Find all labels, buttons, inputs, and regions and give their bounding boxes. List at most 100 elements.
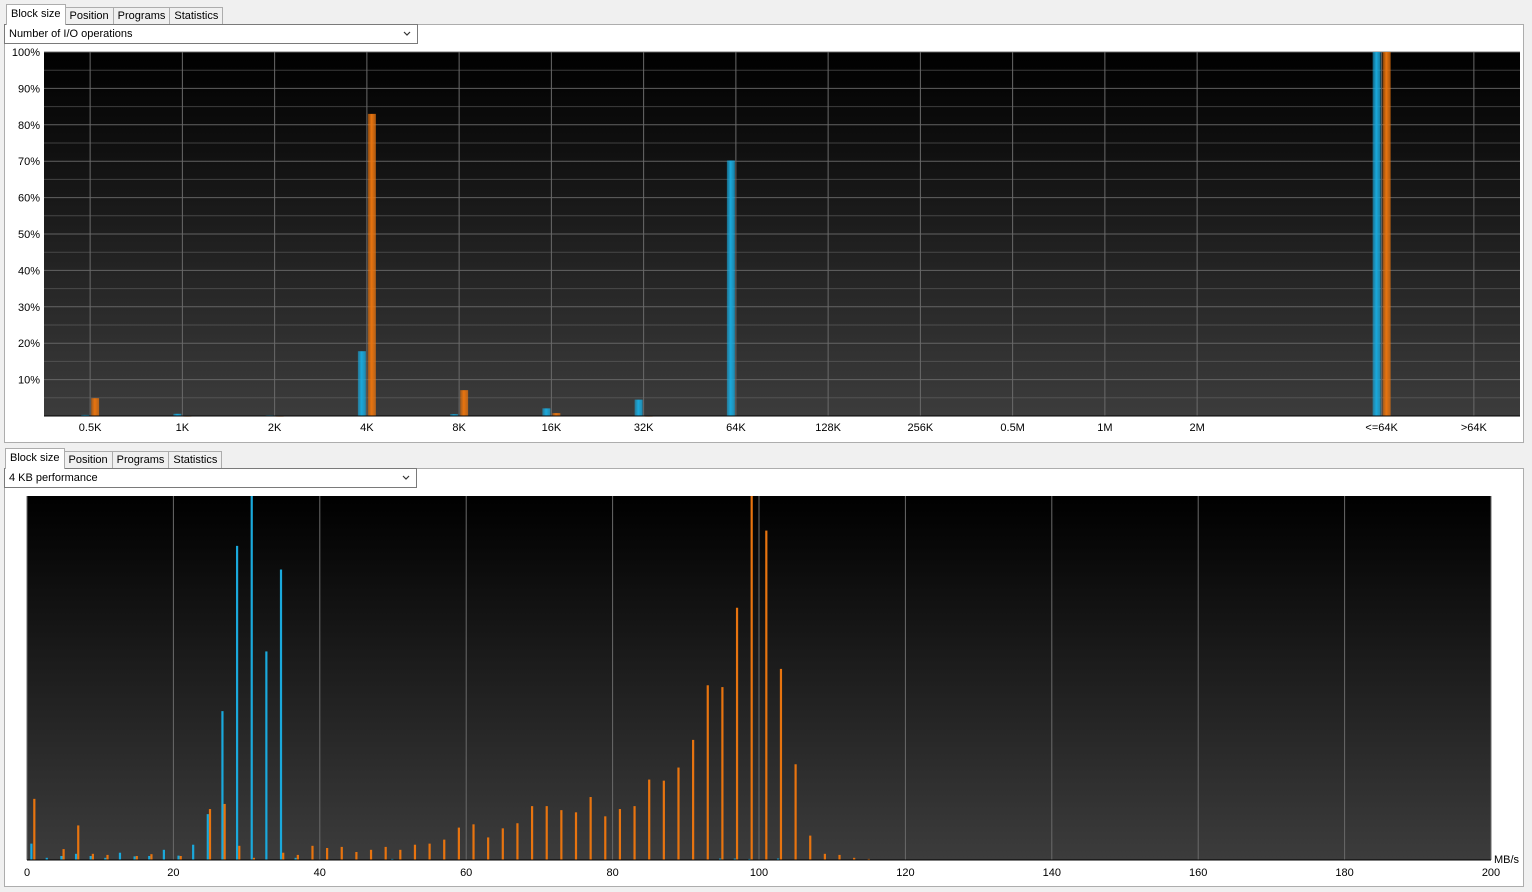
bar-write xyxy=(179,855,182,860)
x-tick-label: 16K xyxy=(542,422,562,434)
tab-programs-bottom[interactable]: Programs xyxy=(111,451,170,468)
bar-write xyxy=(399,849,402,860)
tab-block-size-bottom[interactable]: Block size xyxy=(5,448,65,469)
bar-read xyxy=(89,855,92,860)
bottom-metric-select[interactable]: 4 KB performance xyxy=(4,468,417,488)
bar-write xyxy=(208,809,212,860)
bar-write xyxy=(367,113,376,416)
x-tick-label: 20 xyxy=(167,867,179,879)
bar-write xyxy=(735,607,739,860)
bar-write xyxy=(560,810,563,860)
bar-write xyxy=(692,739,695,860)
bar-write xyxy=(779,668,783,860)
bar-write xyxy=(574,812,578,860)
bar-read xyxy=(177,855,180,860)
x-tick-label: <=64K xyxy=(1365,422,1398,434)
x-tick-label: 1M xyxy=(1097,422,1112,434)
bar-write xyxy=(460,390,469,416)
bar-write xyxy=(282,852,285,860)
y-tick-label: 10% xyxy=(18,375,40,387)
bar-write xyxy=(413,844,417,860)
tab-statistics-bottom[interactable]: Statistics xyxy=(168,451,223,468)
performance-chart: 0 20 40 60 80 100 120 140 160 180 200MB/s xyxy=(24,496,1520,879)
bar-write xyxy=(589,797,592,860)
bar-write xyxy=(530,806,534,860)
bar-read xyxy=(74,853,78,860)
x-tick-label: 80 xyxy=(606,867,618,879)
bar-read xyxy=(162,849,165,860)
x-tick-label: 100 xyxy=(750,867,768,879)
bar-read xyxy=(118,852,122,860)
x-tick-label: 180 xyxy=(1335,867,1353,879)
top-metric-select[interactable]: Number of I/O operations xyxy=(4,24,418,44)
bar-write xyxy=(457,827,460,860)
bar-read xyxy=(192,844,195,860)
bar-write xyxy=(150,854,153,860)
bar-write xyxy=(794,764,797,860)
bottom-metric-select-value: 4 KB performance xyxy=(9,472,98,484)
tab-programs[interactable]: Programs xyxy=(112,7,171,24)
x-tick-label: 256K xyxy=(908,422,934,434)
bar-write xyxy=(545,806,548,860)
bar-write xyxy=(62,849,65,860)
bar-write xyxy=(648,779,651,860)
bar-read xyxy=(148,855,151,860)
x-tick-label: 0.5M xyxy=(1000,422,1024,434)
bar-write xyxy=(428,843,431,860)
bar-write xyxy=(340,846,343,860)
bar-write xyxy=(135,855,138,860)
x-tick-label: 160 xyxy=(1189,867,1207,879)
x-tick-label: 2M xyxy=(1189,422,1204,434)
bar-read xyxy=(250,496,253,860)
tab-statistics[interactable]: Statistics xyxy=(169,7,224,24)
top-tab-strip: Block size Position Programs Statistics xyxy=(6,4,224,25)
x-tick-label: 60 xyxy=(460,867,472,879)
bar-write xyxy=(369,849,373,860)
bar-write xyxy=(838,854,841,860)
y-tick-label: 100% xyxy=(12,47,40,59)
bar-write xyxy=(809,835,812,860)
top-metric-select-value: Number of I/O operations xyxy=(9,28,133,40)
bar-read xyxy=(221,711,224,860)
bar-write xyxy=(501,828,504,860)
x-tick-label: 4K xyxy=(360,422,374,434)
bar-write xyxy=(106,854,109,860)
tab-block-size[interactable]: Block size xyxy=(6,4,66,25)
bar-write xyxy=(91,853,94,860)
x-tick-label: 40 xyxy=(314,867,326,879)
bar-write xyxy=(662,780,665,860)
bar-write xyxy=(355,851,358,860)
bar-write xyxy=(77,825,80,860)
bar-write xyxy=(706,685,709,860)
tab-position[interactable]: Position xyxy=(64,7,114,24)
x-tick-label: 1K xyxy=(176,422,190,434)
x-tick-label: 128K xyxy=(815,422,841,434)
block-size-chart: 10% 20% 30% 40% 50% 60% 70% 80% 90% 100% 0.5K 1K 2K 4… xyxy=(12,47,1520,434)
bar-write xyxy=(443,839,446,860)
bar-write xyxy=(750,496,753,860)
y-tick-label: 30% xyxy=(18,302,40,314)
x-tick-label: 2K xyxy=(268,422,282,434)
x-tick-label: 0 xyxy=(24,867,30,879)
y-tick-label: 90% xyxy=(18,83,40,95)
x-tick-label: >64K xyxy=(1461,422,1488,434)
bottom-tab-strip: Block size Position Programs Statistics xyxy=(5,448,223,469)
bar-read xyxy=(60,855,63,860)
bar-read xyxy=(357,351,366,416)
bar-write xyxy=(1382,52,1391,416)
bar-write xyxy=(633,806,636,860)
bar-write xyxy=(604,816,607,860)
tab-position-bottom[interactable]: Position xyxy=(63,451,113,468)
bar-read xyxy=(279,569,283,860)
bar-read xyxy=(206,814,209,860)
bar-write xyxy=(618,809,622,860)
bar-read xyxy=(726,160,735,416)
bar-read xyxy=(1372,52,1381,416)
y-tick-label: 80% xyxy=(18,120,40,132)
x-tick-label: 8K xyxy=(452,422,466,434)
chevron-down-icon xyxy=(402,475,410,480)
bar-write xyxy=(326,847,329,860)
bar-write xyxy=(384,846,387,860)
x-tick-label: 200 xyxy=(1482,867,1500,879)
bar-write xyxy=(823,853,826,860)
